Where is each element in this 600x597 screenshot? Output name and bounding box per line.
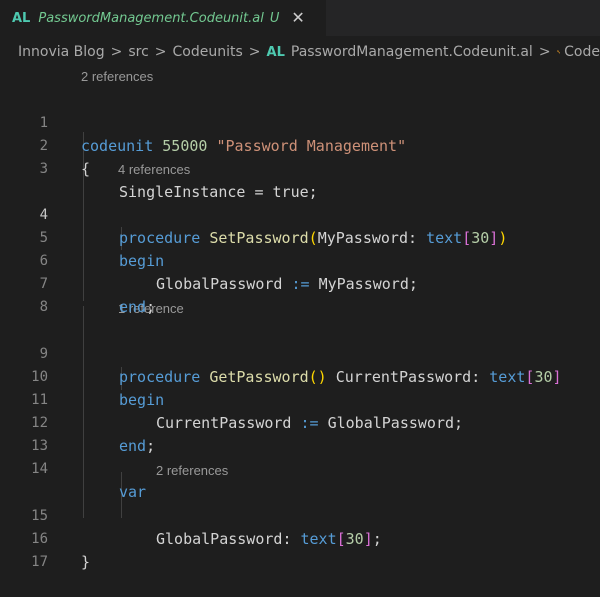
editor-tab[interactable]: AL PasswordManagement.Codeunit.al U ✕ bbox=[0, 0, 326, 36]
semicolon: ; bbox=[146, 298, 156, 316]
breadcrumb: Innovia Blog > src > Codeunits > AL Pass… bbox=[0, 38, 600, 66]
code-line: 12 end; bbox=[0, 389, 600, 455]
breadcrumb-item-symbol[interactable]: Code bbox=[564, 44, 600, 60]
line-number: 14 bbox=[31, 461, 48, 477]
code-lens-codeunit[interactable]: 2 references bbox=[81, 67, 153, 87]
code-line: 11 CurrentPassword := GlobalPassword; bbox=[0, 366, 600, 432]
breadcrumb-separator: > bbox=[110, 44, 123, 60]
code-line: 7 end; bbox=[0, 250, 600, 316]
tab-bar: AL PasswordManagement.Codeunit.al U ✕ bbox=[0, 0, 600, 36]
code-line: 4 procedure SetPassword(MyPassword: text… bbox=[0, 181, 600, 247]
line-number: 17 bbox=[31, 554, 48, 570]
breadcrumb-item-workspace[interactable]: Innovia Blog bbox=[18, 44, 105, 60]
code-line: 3 SingleInstance = true; bbox=[0, 135, 600, 201]
untracked-indicator: U bbox=[269, 10, 280, 26]
al-file-icon: AL bbox=[266, 44, 285, 60]
line-number: 3 bbox=[39, 161, 48, 177]
code-line: 17 bbox=[0, 528, 600, 570]
code-line: 8 bbox=[0, 273, 600, 315]
breadcrumb-separator: > bbox=[538, 44, 551, 60]
close-brace: } bbox=[81, 553, 91, 571]
breadcrumb-item-codeunits[interactable]: Codeunits bbox=[173, 44, 243, 60]
line-content: end; bbox=[119, 296, 155, 319]
open-brace: { bbox=[81, 160, 91, 178]
code-line: 5 begin bbox=[0, 204, 600, 270]
code-line: 14 var bbox=[0, 435, 600, 501]
al-file-icon: AL bbox=[12, 10, 31, 26]
breadcrumb-separator: > bbox=[154, 44, 167, 60]
breadcrumb-item-src[interactable]: src bbox=[128, 44, 148, 60]
code-line: 10 begin bbox=[0, 343, 600, 409]
code-line: 6 GlobalPassword := MyPassword; bbox=[0, 227, 600, 293]
code-editor[interactable]: 2 references 4 references 1 reference 2 … bbox=[0, 66, 600, 571]
code-lens-setpassword[interactable]: 4 references bbox=[118, 160, 190, 180]
code-line: 9 procedure GetPassword() CurrentPasswor… bbox=[0, 320, 600, 386]
code-line: 16 } bbox=[0, 505, 600, 571]
tab-title: PasswordManagement.Codeunit.al bbox=[38, 10, 264, 26]
line-number: 8 bbox=[39, 299, 48, 315]
symbol-codeunit-icon bbox=[556, 50, 561, 54]
code-line: 1 codeunit 55000 "Password Management" bbox=[0, 89, 600, 155]
code-lens-globalpassword[interactable]: 2 references bbox=[156, 461, 228, 481]
code-line: 13 bbox=[0, 412, 600, 454]
keyword: end bbox=[119, 298, 147, 316]
code-line: 15 GlobalPassword: text[30]; bbox=[0, 482, 600, 548]
close-icon[interactable]: ✕ bbox=[291, 10, 304, 26]
breadcrumb-separator: > bbox=[248, 44, 261, 60]
breadcrumb-item-file[interactable]: PasswordManagement.Codeunit.al bbox=[291, 44, 533, 60]
code-line: 2 { bbox=[0, 112, 600, 178]
